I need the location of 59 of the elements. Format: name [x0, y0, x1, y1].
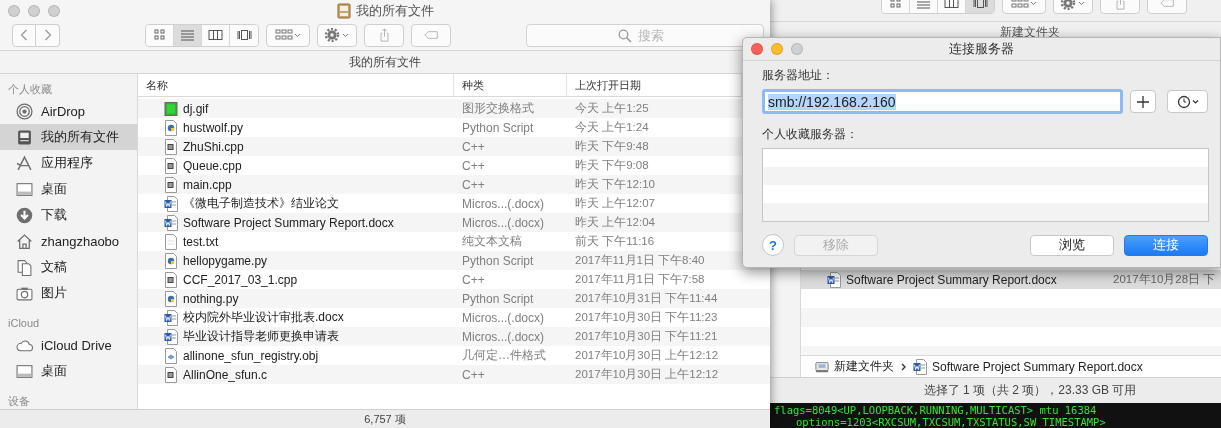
- sidebar-header: iCloud: [8, 317, 40, 329]
- terminal-line: flags=8049<UP,LOOPBACK,RUNNING,MULTICAST> mtu 16384: [773, 404, 1098, 416]
- file-name: Queue.cpp: [183, 158, 242, 173]
- sidebar-header: 设备: [8, 393, 30, 409]
- file-type: C++: [461, 272, 486, 287]
- file-name: AllinOne_sfun.c: [183, 367, 268, 382]
- file-name: main.cpp: [183, 177, 232, 192]
- file-date: 今天 上午1:24: [574, 120, 650, 135]
- window-title: 我的所有文件: [355, 2, 434, 20]
- file-date: 2017年10月28日 下: [1112, 272, 1217, 287]
- file-name: 《微电子制造技术》结业论文: [183, 195, 339, 212]
- file-name: CCF_2017_03_1.cpp: [183, 272, 298, 287]
- window-title: 新建文件夹: [1000, 24, 1060, 38]
- file-date: 2017年11月1日 下午8:40: [574, 253, 706, 268]
- file-date: 昨天 下午9:08: [574, 158, 650, 173]
- file-type: Micros...(.docx): [461, 215, 545, 230]
- file-name: ZhuShi.cpp: [183, 139, 244, 154]
- file-name: nothing.py: [183, 291, 239, 306]
- file-type: Python Script: [461, 120, 535, 135]
- file-date: 2017年11月1日 下午7:58: [574, 272, 706, 287]
- file-name: test.txt: [183, 234, 219, 249]
- file-type: C++: [461, 367, 486, 382]
- file-type: Micros...(.docx): [461, 310, 545, 325]
- file-type: 图形交换格式: [461, 100, 535, 117]
- file-type: Python Script: [461, 253, 535, 268]
- file-type: C++: [461, 177, 486, 192]
- file-type: Python Script: [461, 291, 535, 306]
- file-date: 2017年10月30日 下午11:23: [574, 310, 719, 325]
- file-type: C++: [461, 158, 486, 173]
- file-type: 纯文本文稿: [461, 233, 523, 250]
- file-date: 昨天 上午12:04: [574, 215, 656, 230]
- file-name: allinone_sfun_registry.obj: [183, 348, 319, 363]
- terminal-line: options=1203<RXCSUM,TXCSUM,TXSTATUS,SW_TIMESTAMP>: [795, 416, 1107, 428]
- file-date: 2017年10月30日 下午11:21: [574, 329, 719, 344]
- file-type: Micros...(.docx): [461, 196, 545, 211]
- file-date: 昨天 下午12:10: [574, 177, 656, 192]
- file-type: 几何定…件格式: [461, 347, 547, 364]
- file-date: 2017年10月30日 上午12:12: [574, 348, 720, 363]
- sidebar-header: 个人收藏: [8, 81, 52, 97]
- file-name: hellopygame.py: [183, 253, 268, 268]
- file-name: Software Project Summary Report.docx: [846, 272, 1057, 287]
- file-date: 昨天 下午9:48: [574, 139, 650, 154]
- file-name: dj.gif: [183, 101, 209, 116]
- file-type: Micros...(.docx): [461, 329, 545, 344]
- status-text: 选择了 1 项（共 2 项），23.33 GB 可用: [923, 382, 1137, 399]
- file-name: 校内院外毕业设计审批表.docx: [183, 309, 344, 326]
- file-date: 今天 上午1:25: [574, 101, 650, 116]
- dialog-title: 连接服务器: [949, 40, 1014, 58]
- file-date: 前天 下午11:16: [574, 234, 656, 249]
- file-name: hustwolf.py: [183, 120, 244, 135]
- status-text: 6,757 项: [364, 411, 406, 427]
- file-name: Software Project Summary Report.docx: [183, 215, 394, 230]
- file-date: 2017年10月31日 下午11:44: [574, 291, 719, 306]
- file-name: 毕业设计指导老师更换申请表: [183, 328, 339, 345]
- path-title: 我的所有文件: [349, 53, 421, 71]
- file-type: C++: [461, 139, 486, 154]
- file-date: 昨天 上午12:07: [574, 196, 656, 211]
- file-date: 2017年10月30日 上午12:12: [574, 367, 720, 382]
- field-label: 服务器地址：: [762, 67, 835, 84]
